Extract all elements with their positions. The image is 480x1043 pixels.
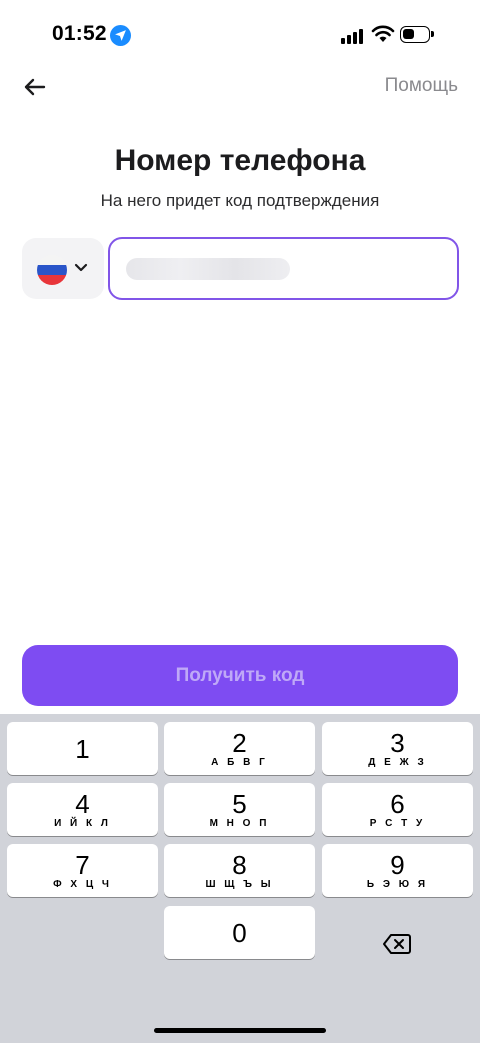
backspace-icon — [383, 934, 411, 954]
key-0[interactable]: 0 — [164, 906, 315, 959]
phone-value-redacted — [126, 258, 290, 280]
status-bar: 01:52 — [0, 0, 480, 70]
page-title: Номер телефона — [114, 144, 366, 177]
battery-icon — [400, 26, 434, 43]
delete-key[interactable] — [382, 932, 412, 956]
arrow-left-icon — [24, 78, 46, 96]
key-4[interactable]: 4 И Й К Л — [7, 783, 158, 836]
key-6[interactable]: 6 Р С Т У — [322, 783, 473, 836]
key-8[interactable]: 8 Ш Щ Ъ Ы — [164, 844, 315, 897]
cellular-signal-icon — [341, 28, 363, 44]
page-subtitle: На него придет код подтверждения — [100, 191, 380, 210]
home-indicator — [154, 1028, 326, 1033]
back-button[interactable] — [20, 72, 50, 102]
country-selector[interactable] — [22, 238, 104, 299]
location-arrow-icon — [110, 25, 131, 46]
key-1[interactable]: 1 — [7, 722, 158, 775]
key-9[interactable]: 9 Ь Э Ю Я — [322, 844, 473, 897]
key-5[interactable]: 5 М Н О П — [164, 783, 315, 836]
russia-flag-icon — [37, 255, 67, 285]
wifi-icon — [371, 25, 395, 42]
numeric-keyboard: 1 2 А Б В Г 3 Д Е Ж З 4 И Й К Л 5 М Н О … — [0, 714, 480, 1043]
key-3[interactable]: 3 Д Е Ж З — [322, 722, 473, 775]
chevron-down-icon — [74, 263, 88, 272]
get-code-button[interactable]: Получить код — [22, 645, 458, 706]
key-7[interactable]: 7 Ф Х Ц Ч — [7, 844, 158, 897]
status-time: 01:52 — [52, 22, 107, 45]
key-2[interactable]: 2 А Б В Г — [164, 722, 315, 775]
help-link[interactable]: Помощь — [385, 75, 458, 97]
